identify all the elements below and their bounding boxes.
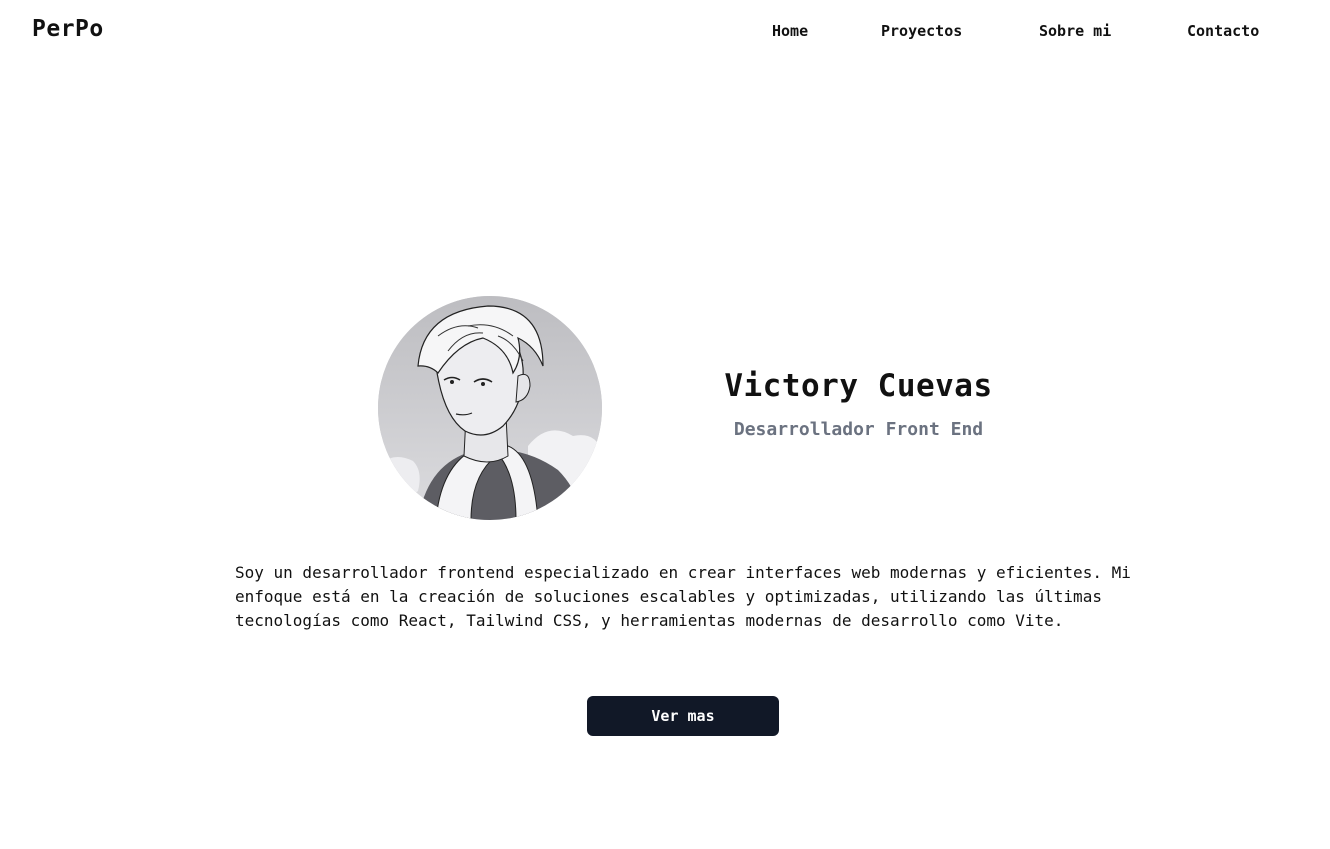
site-logo[interactable]: PerPo xyxy=(32,16,104,42)
profile-avatar xyxy=(378,296,602,520)
avatar-illustration xyxy=(378,296,602,520)
nav-link-home[interactable]: Home xyxy=(772,22,808,40)
nav-link-proyectos[interactable]: Proyectos xyxy=(881,22,962,40)
nav-link-sobre-mi[interactable]: Sobre mi xyxy=(1039,22,1111,40)
hero-bio: Soy un desarrollador frontend especializ… xyxy=(235,563,1131,630)
hero-name: Victory Cuevas xyxy=(724,368,993,404)
nav-links: Home Proyectos Sobre mi Contacto xyxy=(760,22,1280,44)
nav-link-contacto[interactable]: Contacto xyxy=(1187,22,1259,40)
navbar: PerPo Home Proyectos Sobre mi Contacto xyxy=(0,0,1330,64)
ver-mas-button[interactable]: Ver mas xyxy=(587,696,779,736)
hero-role: Desarrollador Front End xyxy=(733,419,984,440)
